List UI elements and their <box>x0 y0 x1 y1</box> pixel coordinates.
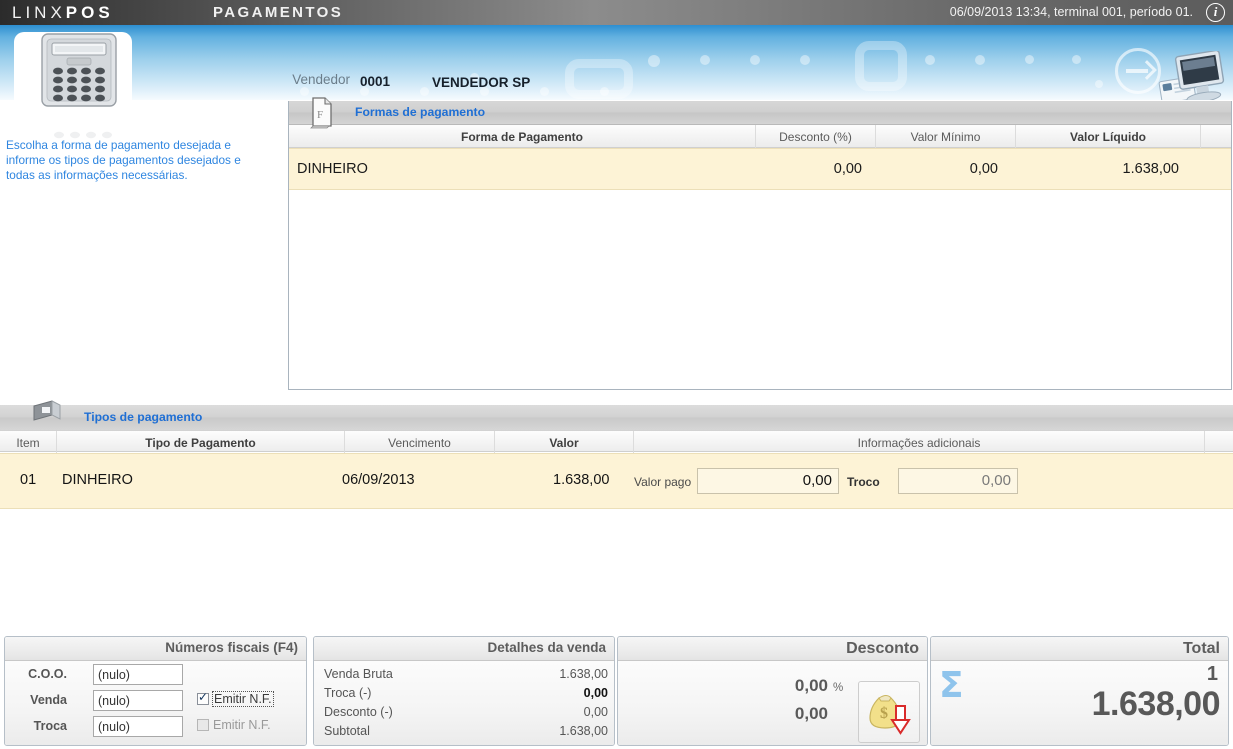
apply-discount-button[interactable]: $ <box>858 681 920 743</box>
header-band: Vendedor 0001 VENDEDOR SP Cliente 191000… <box>0 25 1233 100</box>
cell-desconto: 0,00 <box>833 161 862 177</box>
venda-label: Venda <box>30 693 67 707</box>
column-header-spacer-2 <box>1205 431 1233 454</box>
column-header-tipo-pagamento[interactable]: Tipo de Pagamento <box>57 431 345 454</box>
column-header-valor[interactable]: Valor <box>495 431 634 454</box>
column-header-desconto[interactable]: Desconto (%) <box>756 125 876 148</box>
detalhes-da-venda-body: Venda Bruta 1.638,00 Troca (-) 0,00 Desc… <box>314 661 614 745</box>
app-logo: LINXPOS <box>12 3 114 23</box>
emitir-nf-troca-label: Emitir N.F. <box>213 718 271 732</box>
svg-text:$: $ <box>880 705 888 722</box>
document-icon: F <box>309 96 335 135</box>
desconto-neg-label: Desconto (-) <box>324 705 393 719</box>
venda-field[interactable]: (nulo) <box>93 690 183 711</box>
troca-label: Troca <box>33 719 67 733</box>
cell-valor: 1.638,00 <box>553 472 610 488</box>
table-row[interactable]: 01 DINHEIRO 06/09/2013 1.638,00 Valor pa… <box>0 453 1233 509</box>
cell-vencimento: 06/09/2013 <box>342 472 415 488</box>
tipos-de-pagamento-panel: Tipos de pagamento Item Tipo de Pagament… <box>0 400 1233 510</box>
valor-pago-input[interactable]: 0,00 <box>697 468 839 494</box>
module-title: PAGAMENTOS <box>213 4 344 21</box>
monitor-icon <box>1151 49 1229 100</box>
cell-valor-liquido: 1.638,00 <box>1122 161 1179 177</box>
desconto-box: Desconto 0,00 % 0,00 $ <box>617 636 928 746</box>
linxpos-payments-screen: LINXPOS PAGAMENTOS 06/09/2013 13:34, ter… <box>0 0 1233 749</box>
subtotal-value: 1.638,00 <box>559 724 608 738</box>
formas-panel-caption: F Formas de pagamento <box>289 97 1231 129</box>
numeros-fiscais-title: Números fiscais (F4) <box>5 637 306 661</box>
money-bag-discount-icon: $ <box>869 695 911 735</box>
desconto-neg-value: 0,00 <box>583 705 608 719</box>
logo-pos: POS <box>65 3 114 22</box>
numeros-fiscais-box: Números fiscais (F4) C.O.O. (nulo) Venda… <box>4 636 307 746</box>
subtotal-label: Subtotal <box>324 724 370 738</box>
title-bar: LINXPOS PAGAMENTOS 06/09/2013 13:34, ter… <box>0 0 1233 25</box>
coo-field[interactable]: (nulo) <box>93 664 183 685</box>
desconto-percent-value: 0,00 <box>794 676 828 695</box>
total-title: Total <box>931 637 1228 661</box>
total-amount: 1.638,00 <box>1091 685 1221 723</box>
svg-text:F: F <box>317 109 323 121</box>
numeros-fiscais-body: C.O.O. (nulo) Venda (nulo) Emitir N.F. T… <box>5 661 306 745</box>
emitir-nf-venda-checkbox[interactable]: Emitir N.F. <box>197 690 274 707</box>
cell-tipo-pagamento: DINHEIRO <box>62 472 133 488</box>
info-icon[interactable]: i <box>1206 3 1225 22</box>
troca-neg-value: 0,00 <box>583 686 608 700</box>
decorative-dots <box>0 25 1233 100</box>
cell-forma-pagamento: DINHEIRO <box>297 161 368 177</box>
checkbox-disabled-icon <box>197 719 209 731</box>
column-header-valor-liquido[interactable]: Valor Líquido <box>1016 125 1201 148</box>
column-header-forma-pagamento[interactable]: Forma de Pagamento <box>289 125 756 148</box>
tipos-grid-header: Item Tipo de Pagamento Vencimento Valor … <box>0 430 1233 454</box>
help-text: Escolha a forma de pagamento desejada e … <box>6 138 241 182</box>
total-body: Σ 1 1.638,00 <box>931 661 1228 745</box>
table-row[interactable]: DINHEIRO 0,00 0,00 1.638,00 <box>289 148 1231 190</box>
emitir-nf-troca-checkbox: Emitir N.F. <box>197 718 271 732</box>
emitir-nf-venda-label: Emitir N.F. <box>212 691 274 707</box>
formas-grid-header: Forma de Pagamento Desconto (%) Valor Mí… <box>289 125 1231 148</box>
column-header-valor-minimo[interactable]: Valor Mínimo <box>876 125 1016 148</box>
valor-pago-label: Valor pago <box>634 475 692 489</box>
tipos-panel-title: Tipos de pagamento <box>84 410 203 424</box>
troco-label: Troco <box>847 475 880 489</box>
venda-bruta-label: Venda Bruta <box>324 667 393 681</box>
detalhes-da-venda-title: Detalhes da venda <box>314 637 614 661</box>
formas-de-pagamento-panel: F Formas de pagamento Forma de Pagamento… <box>288 97 1232 390</box>
column-header-item[interactable]: Item <box>0 431 57 454</box>
column-header-spacer <box>1201 125 1231 148</box>
troca-neg-label: Troca (-) <box>324 686 372 700</box>
total-item-count: 1 <box>1206 663 1218 685</box>
vendedor-label: Vendedor <box>292 72 350 87</box>
total-box: Total Σ 1 1.638,00 <box>930 636 1229 746</box>
tipos-panel-caption: Tipos de pagamento <box>0 400 1233 430</box>
desconto-amount-value: 0,00 <box>794 704 828 723</box>
troca-field[interactable]: (nulo) <box>93 716 183 737</box>
calculator-icon <box>38 30 120 115</box>
vendedor-name: VENDEDOR SP <box>432 75 531 90</box>
formas-panel-title: Formas de pagamento <box>355 105 486 119</box>
column-header-vencimento[interactable]: Vencimento <box>345 431 495 454</box>
desconto-title: Desconto <box>618 637 927 661</box>
desconto-body: 0,00 % 0,00 $ <box>618 661 927 745</box>
troco-input[interactable]: 0,00 <box>898 468 1018 494</box>
detalhes-da-venda-box: Detalhes da venda Venda Bruta 1.638,00 T… <box>313 636 615 746</box>
sigma-icon: Σ <box>939 665 964 706</box>
venda-bruta-value: 1.638,00 <box>559 667 608 681</box>
desconto-percent-unit: % <box>833 682 844 694</box>
cell-item: 01 <box>20 472 37 488</box>
checkbox-checked-icon[interactable] <box>197 690 209 705</box>
session-info: 06/09/2013 13:34, terminal 001, período … <box>949 5 1193 19</box>
logo-linx: LINX <box>12 3 66 22</box>
bottom-summary-row: Números fiscais (F4) C.O.O. (nulo) Venda… <box>0 636 1233 749</box>
column-header-informacoes-adicionais[interactable]: Informações adicionais <box>634 431 1205 454</box>
coo-label: C.O.O. <box>28 667 67 681</box>
cell-valor-minimo: 0,00 <box>969 161 998 177</box>
vendedor-code: 0001 <box>360 74 391 89</box>
